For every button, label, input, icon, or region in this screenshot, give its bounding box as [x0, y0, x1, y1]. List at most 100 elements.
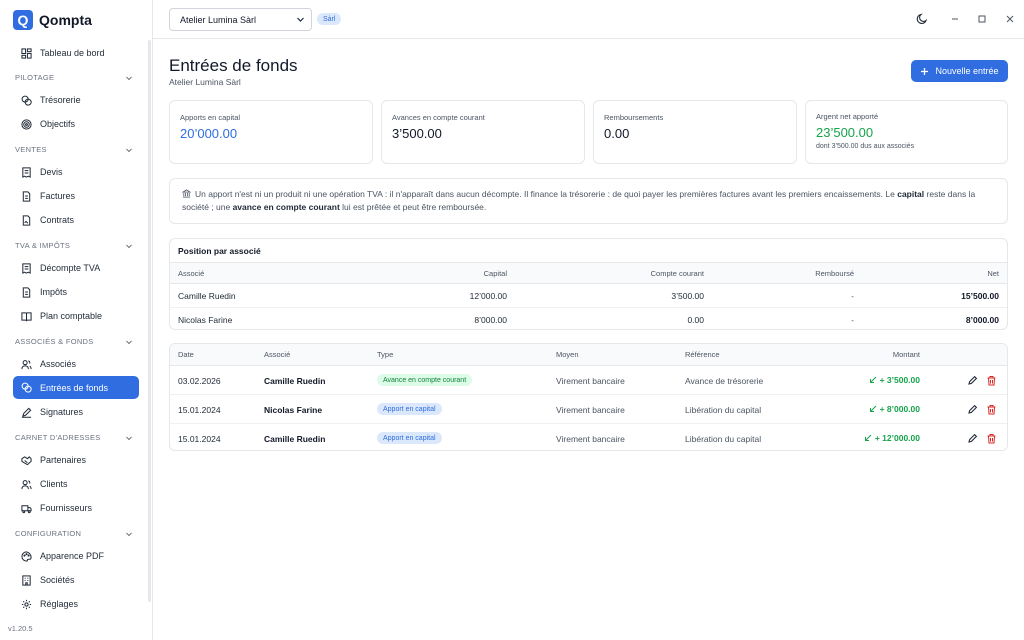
type-badge: Apport en capital [377, 432, 442, 444]
sidebar-item-entrees-de-fonds[interactable]: Entrées de fonds [13, 376, 139, 399]
col-capital: Capital [483, 269, 507, 278]
cell-amount: + 8’000.00 [869, 404, 920, 414]
cell-reference: Libération du capital [685, 434, 762, 444]
new-entry-button-label: Nouvelle entrée [935, 66, 999, 76]
sidebar-item-associes[interactable]: Associés [13, 353, 139, 375]
col-amount: Montant [892, 350, 920, 359]
cell-amount: + 3’500.00 [869, 375, 920, 385]
stat-card-net-contributed: Argent net apporté 23’500.00 dont 3’500.… [805, 100, 1008, 164]
entries-header: Date Associé Type Moyen Référence Montan… [170, 344, 1007, 366]
edit-button[interactable] [967, 375, 978, 386]
maximize-icon [978, 15, 986, 23]
cell-net: 15’500.00 [961, 291, 999, 301]
cell-partner: Camille Ruedin [264, 376, 326, 386]
col-current-account: Compte courant [650, 269, 704, 278]
page-title: Entrées de fonds [169, 56, 298, 75]
sidebar-item-signatures[interactable]: Signatures [13, 401, 139, 423]
positions-header: Associé Capital Compte courant Remboursé… [170, 262, 1007, 284]
sidebar-item-clients[interactable]: Clients [13, 473, 139, 495]
close-icon [1006, 15, 1014, 23]
sidebar-item-fournisseurs[interactable]: Fournisseurs [13, 497, 139, 519]
edit-button[interactable] [967, 433, 978, 444]
cell-capital: 8’000.00 [474, 315, 507, 325]
sidebar-item-tresorerie[interactable]: Trésorerie [13, 89, 139, 111]
amount-value: + 8’000.00 [879, 404, 920, 414]
sidebar-item-label: Associés [40, 359, 77, 369]
info-text: lui est prêtée et peut être remboursée. [339, 202, 487, 212]
table-row[interactable]: 15.01.2024 Nicolas Farine Apport en capi… [170, 395, 1007, 424]
sidebar-item-reglages[interactable]: Réglages [13, 593, 139, 615]
cell-repaid: - [851, 291, 854, 301]
sidebar-item-plan-comptable[interactable]: Plan comptable [13, 305, 139, 327]
theme-toggle-button[interactable] [916, 13, 928, 25]
pencil-icon [968, 375, 978, 385]
brand: Q Qompta [13, 10, 92, 30]
sidebar-item-label: Tableau de bord [40, 48, 105, 58]
sidebar-item-apparence-pdf[interactable]: Apparence PDF [13, 545, 139, 567]
new-entry-button[interactable]: Nouvelle entrée [911, 60, 1008, 82]
sidebar-item-factures[interactable]: Factures [13, 185, 139, 207]
sidebar-scrollbar[interactable] [148, 40, 151, 602]
delete-button[interactable] [986, 433, 997, 444]
sidebar-item-label: Sociétés [40, 575, 75, 585]
entries-panel: Date Associé Type Moyen Référence Montan… [169, 343, 1008, 451]
section-configuration[interactable]: CONFIGURATION [15, 529, 133, 538]
info-text: Un apport n'est ni un produit ni une opé… [195, 189, 898, 199]
stat-card-current-account: Avances en compte courant 3’500.00 [381, 100, 585, 164]
sidebar-item-decompte-tva[interactable]: Décompte TVA [13, 257, 139, 279]
sidebar-item-label: Factures [40, 191, 76, 201]
col-partner: Associé [178, 269, 205, 278]
stat-value: 3’500.00 [392, 126, 442, 141]
section-pilotage[interactable]: PILOTAGE [15, 73, 133, 82]
arrow-in-icon [869, 405, 876, 412]
section-label: VENTES [15, 145, 47, 154]
palette-icon [21, 550, 32, 562]
section-label: ASSOCIÉS & FONDS [15, 337, 94, 346]
section-associes-fonds[interactable]: ASSOCIÉS & FONDS [15, 337, 133, 346]
section-tva-impots[interactable]: TVA & IMPÔTS [15, 241, 133, 250]
plus-icon [921, 67, 929, 75]
pencil-icon [968, 433, 978, 443]
moon-icon [916, 13, 928, 24]
delete-button[interactable] [986, 404, 997, 415]
sidebar-item-label: Fournisseurs [40, 503, 93, 513]
company-select[interactable]: Atelier Lumina Sàrl [169, 8, 312, 31]
app-version: v1.20.5 [8, 624, 33, 633]
info-term-capital: capital [897, 189, 925, 199]
minimize-icon [952, 18, 958, 20]
handshake-icon [21, 455, 32, 465]
sidebar-item-impots[interactable]: Impôts [13, 281, 139, 303]
sidebar-item-societes[interactable]: Sociétés [13, 569, 139, 591]
close-button[interactable] [1004, 13, 1016, 25]
cell-date: 03.02.2026 [178, 376, 221, 386]
type-badge: Avance en compte courant [377, 374, 473, 386]
table-row[interactable]: 03.02.2026 Camille Ruedin Avance en comp… [170, 366, 1007, 395]
section-carnet-adresses[interactable]: CARNET D'ADRESSES [15, 433, 133, 442]
arrow-in-icon [869, 376, 876, 383]
cell-current-account: 3’500.00 [671, 291, 704, 301]
minimize-button[interactable] [949, 13, 961, 25]
sidebar-item-label: Plan comptable [40, 311, 103, 321]
delete-button[interactable] [986, 375, 997, 386]
sidebar-item-dashboard[interactable]: Tableau de bord [13, 42, 139, 64]
coins-icon [21, 95, 32, 106]
section-ventes[interactable]: VENTES [15, 145, 133, 154]
app-name: Qompta [39, 12, 92, 28]
col-partner: Associé [264, 350, 291, 359]
bank-icon [181, 189, 192, 198]
cell-partner: Camille Ruedin [264, 434, 326, 444]
sidebar-item-contrats[interactable]: Contrats [13, 209, 139, 231]
sidebar-item-objectifs[interactable]: Objectifs [13, 113, 139, 135]
trash-icon [987, 376, 996, 386]
maximize-button[interactable] [976, 13, 988, 25]
sidebar-item-partenaires[interactable]: Partenaires [13, 449, 139, 471]
chevron-down-icon [126, 76, 132, 80]
sidebar-item-label: Contrats [40, 215, 75, 225]
sidebar-item-devis[interactable]: Devis [13, 161, 139, 183]
table-row[interactable]: 15.01.2024 Camille Ruedin Apport en capi… [170, 424, 1007, 450]
sidebar-item-label: Apparence PDF [40, 551, 105, 561]
edit-button[interactable] [967, 404, 978, 415]
stat-note: dont 3’500.00 dus aux associés [816, 143, 915, 150]
sidebar-item-label: Signatures [40, 407, 84, 417]
receipt-icon [22, 166, 31, 178]
